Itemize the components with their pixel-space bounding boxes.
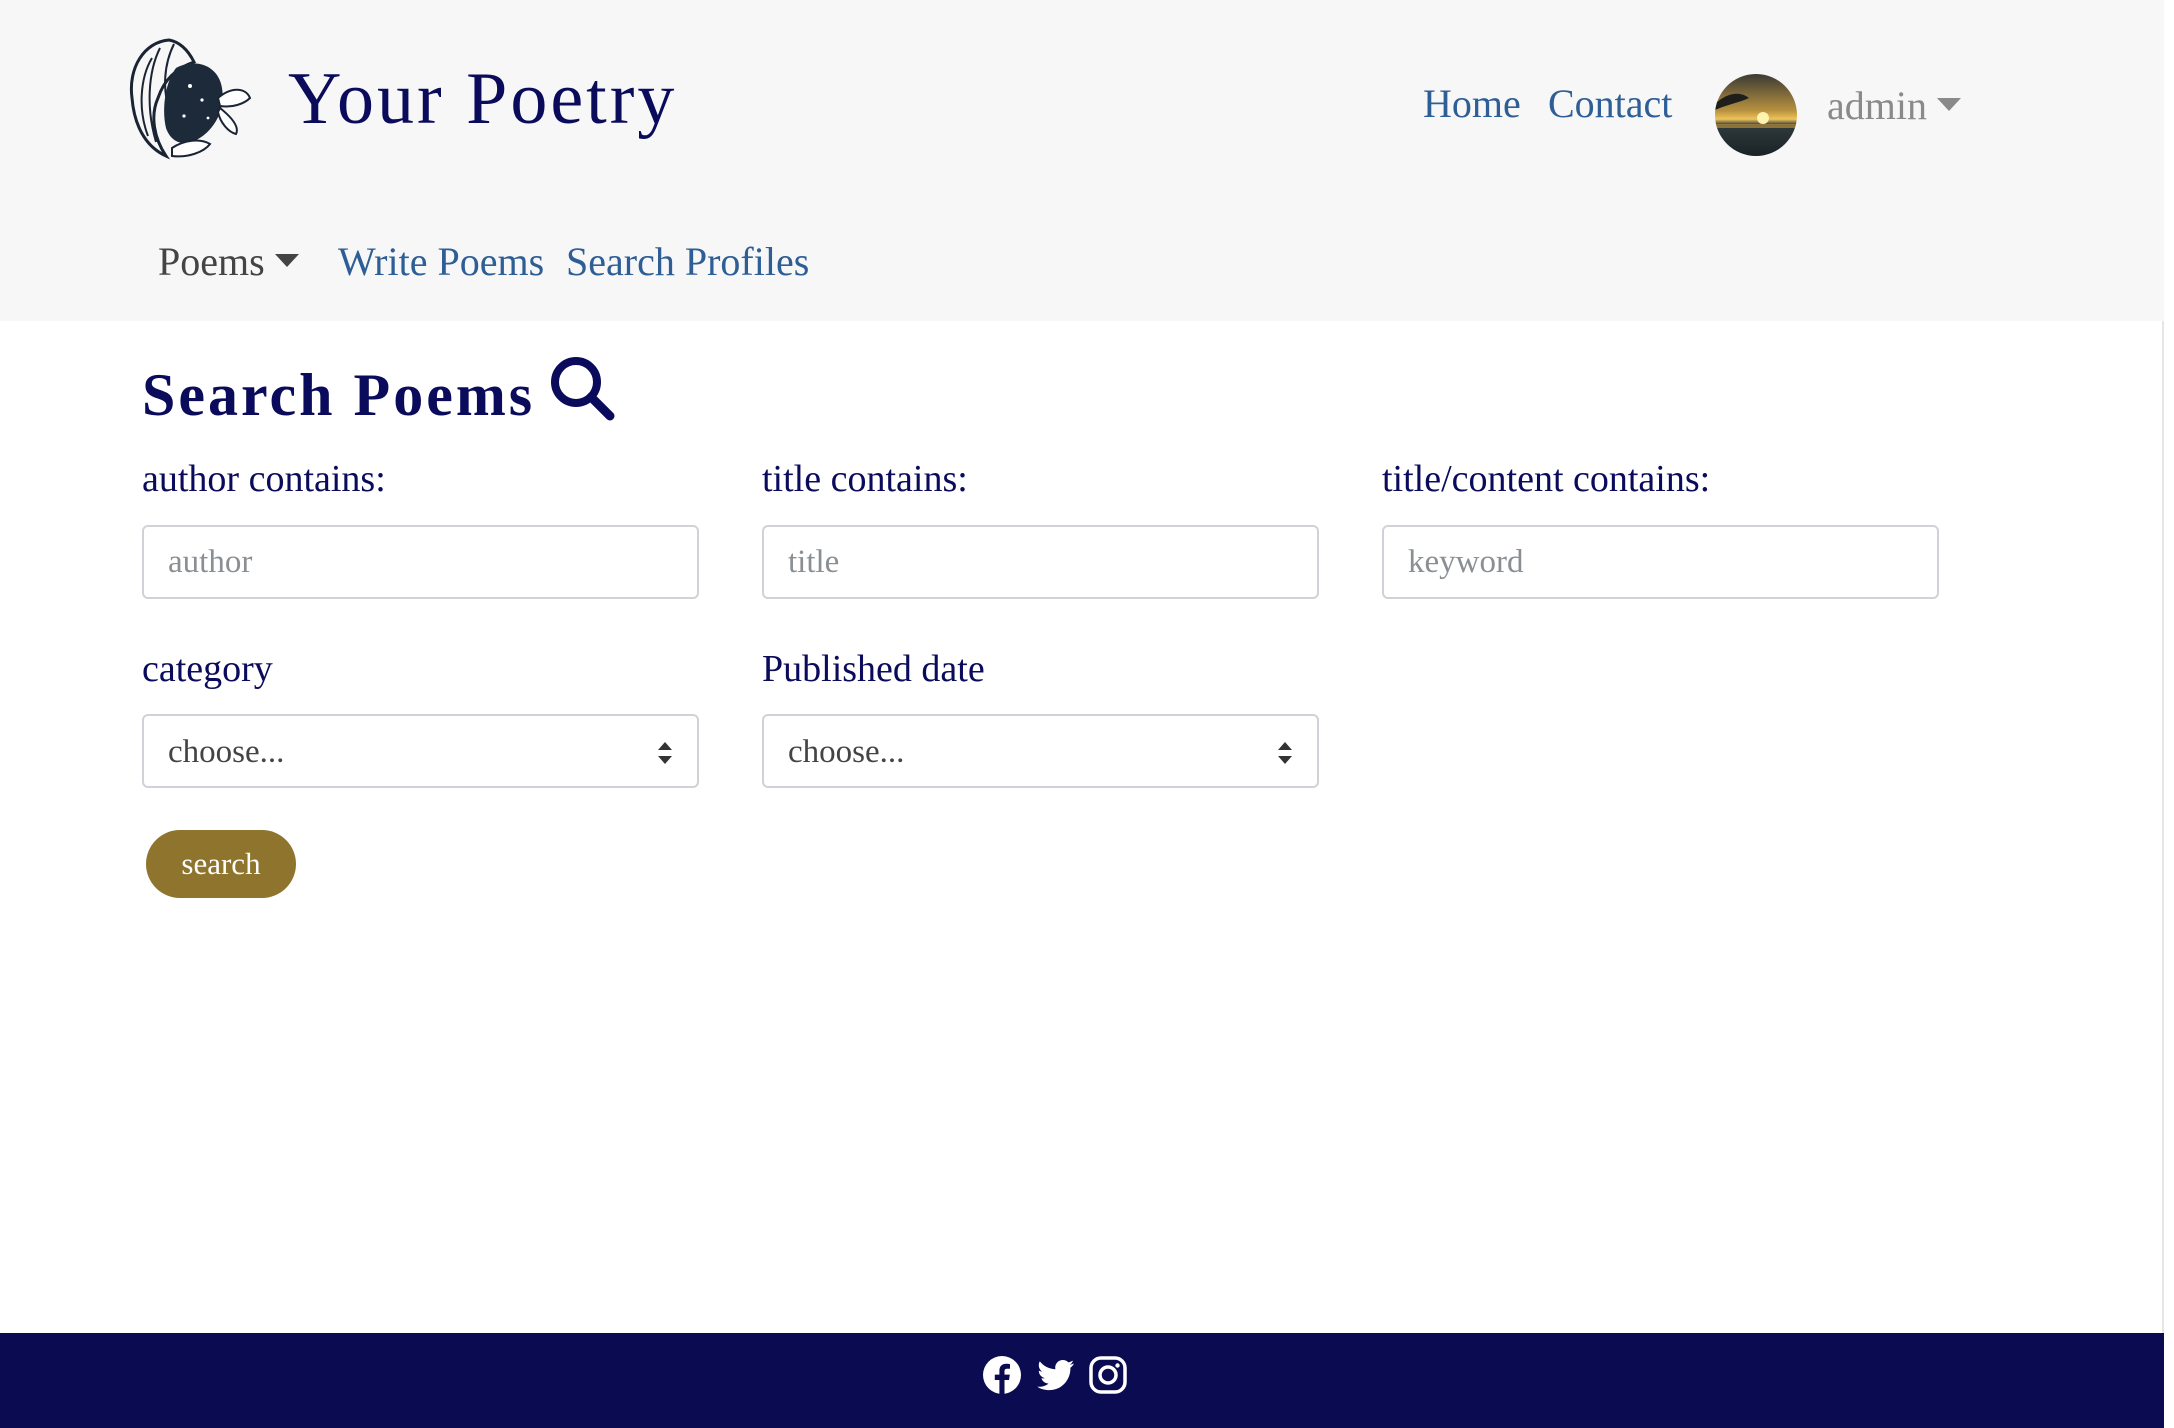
instagram-icon[interactable]: [1088, 1355, 1128, 1395]
user-name: admin: [1827, 83, 1927, 128]
select-arrows-icon: [658, 742, 672, 764]
published-date-label: Published date: [762, 648, 985, 690]
keyword-input[interactable]: [1382, 525, 1939, 599]
nav-home-link[interactable]: Home: [1423, 84, 1521, 124]
facebook-icon[interactable]: [982, 1355, 1022, 1395]
author-input[interactable]: [142, 525, 699, 599]
title-input[interactable]: [762, 525, 1319, 599]
page-footer: [0, 1333, 2164, 1428]
woman-butterfly-logo[interactable]: [114, 28, 256, 166]
poems-label: Poems: [158, 239, 265, 284]
sunset-avatar-icon: [1715, 74, 1797, 156]
top-navbar: Your Poetry Home Contact admin Poems Wri: [0, 0, 2164, 321]
user-menu-toggle[interactable]: admin: [1827, 86, 1961, 126]
keyword-label: title/content contains:: [1382, 458, 1711, 500]
search-icon: [551, 357, 615, 421]
category-selected-value: choose...: [168, 734, 285, 770]
published-date-select[interactable]: choose...: [762, 714, 1319, 788]
nav-write-poems-link[interactable]: Write Poems: [338, 242, 544, 282]
poems-dropdown-toggle[interactable]: Poems: [158, 242, 299, 282]
user-avatar[interactable]: [1715, 74, 1797, 156]
search-button[interactable]: search: [146, 830, 296, 898]
category-select[interactable]: choose...: [142, 714, 699, 788]
nav-contact-link[interactable]: Contact: [1548, 84, 1672, 124]
chevron-down-icon: [274, 254, 299, 268]
title-label: title contains:: [762, 458, 968, 500]
author-label: author contains:: [142, 458, 386, 500]
twitter-icon[interactable]: [1036, 1355, 1076, 1395]
chevron-down-icon: [1936, 98, 1961, 112]
page-title: Search Poems: [142, 362, 536, 428]
brand-title[interactable]: Your Poetry: [288, 62, 677, 136]
select-arrows-icon: [1278, 742, 1292, 764]
published-date-selected-value: choose...: [788, 734, 905, 770]
nav-search-profiles-link[interactable]: Search Profiles: [566, 242, 809, 282]
category-label: category: [142, 648, 273, 690]
